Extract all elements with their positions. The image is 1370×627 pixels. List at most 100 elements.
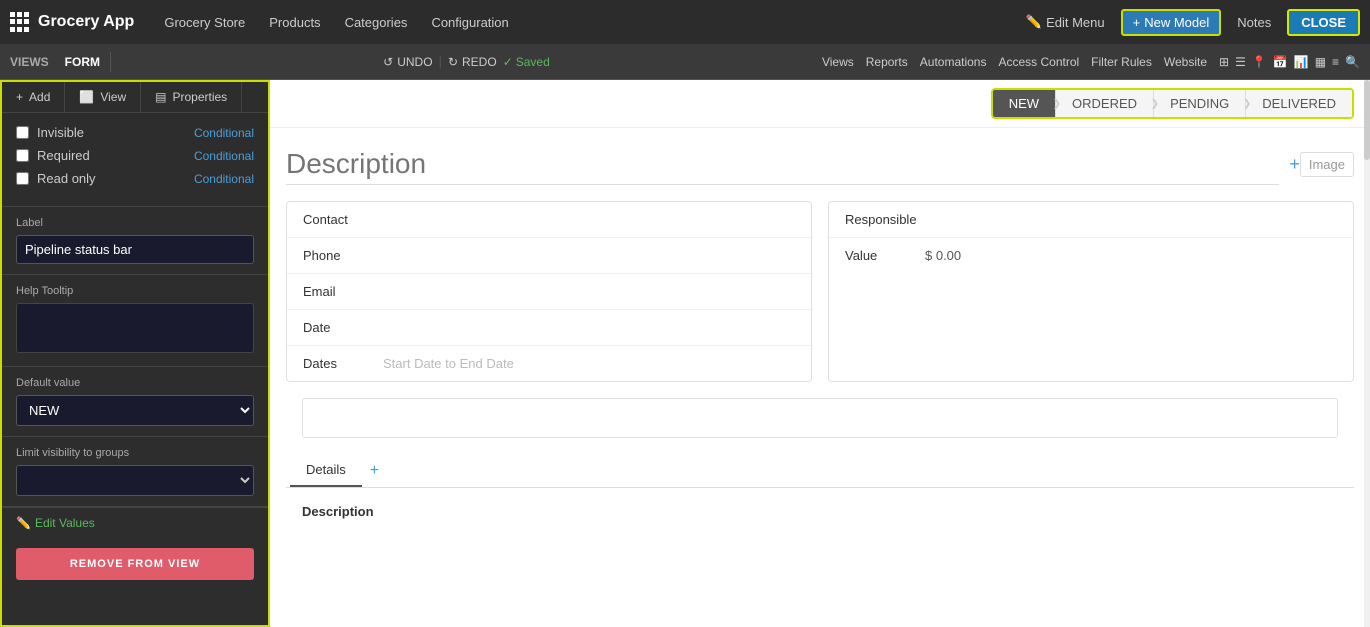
properties-icon: ▤ bbox=[155, 90, 166, 104]
status-step-pending[interactable]: PENDING bbox=[1154, 90, 1246, 117]
readonly-conditional[interactable]: Conditional bbox=[194, 172, 254, 186]
toolbar-icon-6[interactable]: ▦ bbox=[1315, 55, 1326, 69]
description-section: Description bbox=[286, 488, 1354, 535]
edit-menu-btn[interactable]: ✏️ Edit Menu bbox=[1018, 10, 1113, 34]
sub-nav: VIEWS FORM ↺ UNDO | ↻ REDO ✓ Saved Views… bbox=[0, 44, 1370, 80]
readonly-label: Read only bbox=[37, 171, 194, 186]
phone-label: Phone bbox=[303, 248, 383, 263]
invisible-conditional[interactable]: Conditional bbox=[194, 126, 254, 140]
views-label[interactable]: VIEWS bbox=[10, 55, 49, 69]
description-label: Description bbox=[302, 504, 374, 519]
tab-bar: Details + bbox=[286, 454, 1354, 488]
content-area: + Add ⬜ View ▤ Properties Invisible Cond… bbox=[0, 80, 1370, 627]
contact-label: Contact bbox=[303, 212, 383, 227]
toolbar-icon-2[interactable]: ☰ bbox=[1235, 55, 1246, 69]
add-row-btn[interactable]: + bbox=[1289, 154, 1300, 175]
view-button[interactable]: ⬜ View bbox=[65, 82, 141, 112]
form-left-col: Contact Phone Email Date bbox=[286, 201, 812, 382]
status-bar: NEW ORDERED PENDING DELIVERED bbox=[270, 80, 1370, 128]
form-label[interactable]: FORM bbox=[65, 55, 100, 69]
form-header: + Image bbox=[286, 144, 1354, 185]
form-columns: Contact Phone Email Date bbox=[286, 201, 1354, 382]
toolbar-icon-7[interactable]: ≡ bbox=[1332, 55, 1339, 69]
default-value-select[interactable]: NEW ORDERED PENDING DELIVERED bbox=[16, 395, 254, 426]
responsible-label: Responsible bbox=[845, 212, 925, 227]
main-area: NEW ORDERED PENDING DELIVERED + Image Co… bbox=[270, 80, 1370, 627]
label-input[interactable] bbox=[16, 235, 254, 264]
toolbar-icon-search[interactable]: 🔍 bbox=[1345, 55, 1360, 69]
required-checkbox[interactable] bbox=[16, 149, 29, 162]
email-row: Email bbox=[287, 274, 811, 310]
phone-row: Phone bbox=[287, 238, 811, 274]
required-label: Required bbox=[37, 148, 194, 163]
properties-button[interactable]: ▤ Properties bbox=[141, 82, 242, 112]
required-conditional[interactable]: Conditional bbox=[194, 149, 254, 163]
email-label: Email bbox=[303, 284, 383, 299]
value-label: Value bbox=[845, 248, 925, 263]
reports-link[interactable]: Reports bbox=[866, 55, 908, 69]
sub-nav-center: ↺ UNDO | ↻ REDO ✓ Saved bbox=[383, 54, 550, 69]
image-btn[interactable]: Image bbox=[1300, 152, 1354, 177]
dates-label: Dates bbox=[303, 356, 383, 371]
date-row: Date bbox=[287, 310, 811, 346]
status-steps: NEW ORDERED PENDING DELIVERED bbox=[991, 88, 1354, 119]
value-amount: $ 0.00 bbox=[925, 248, 1337, 263]
label-section: Label bbox=[2, 207, 268, 275]
views-link[interactable]: Views bbox=[822, 55, 854, 69]
contact-row: Contact bbox=[287, 202, 811, 238]
tab-details[interactable]: Details bbox=[290, 454, 362, 487]
plus-icon: + bbox=[16, 90, 23, 104]
access-control-link[interactable]: Access Control bbox=[998, 55, 1079, 69]
text-input-field[interactable] bbox=[302, 398, 1338, 438]
nav-products[interactable]: Products bbox=[259, 11, 330, 34]
required-row: Required Conditional bbox=[16, 148, 254, 163]
status-step-new[interactable]: NEW bbox=[993, 90, 1056, 117]
nav-grocery-store[interactable]: Grocery Store bbox=[154, 11, 255, 34]
close-button[interactable]: CLOSE bbox=[1287, 9, 1360, 36]
tab-add-btn[interactable]: + bbox=[362, 458, 387, 484]
visibility-section: Limit visibility to groups bbox=[2, 437, 268, 507]
visibility-select[interactable] bbox=[16, 465, 254, 496]
responsible-row: Responsible bbox=[829, 202, 1353, 238]
app-title: Grocery App bbox=[38, 13, 134, 31]
toolbar-icon-1[interactable]: ⊞ bbox=[1219, 55, 1229, 69]
scroll-indicator[interactable] bbox=[1364, 80, 1370, 627]
nav-categories[interactable]: Categories bbox=[335, 11, 418, 34]
nav-right: ✏️ Edit Menu + New Model Notes CLOSE bbox=[1018, 9, 1360, 36]
left-panel: + Add ⬜ View ▤ Properties Invisible Cond… bbox=[0, 80, 270, 627]
top-nav: Grocery App Grocery Store Products Categ… bbox=[0, 0, 1370, 44]
edit-values-btn[interactable]: ✏️ Edit Values bbox=[2, 507, 268, 538]
readonly-checkbox[interactable] bbox=[16, 172, 29, 185]
nav-links: Grocery Store Products Categories Config… bbox=[154, 11, 1018, 34]
status-step-ordered[interactable]: ORDERED bbox=[1056, 90, 1154, 117]
status-step-delivered[interactable]: DELIVERED bbox=[1246, 90, 1352, 117]
toolbar-icon-5[interactable]: 📊 bbox=[1294, 55, 1309, 69]
toolbar-icon-3[interactable]: 📍 bbox=[1252, 55, 1267, 69]
dates-row: Dates Start Date to End Date bbox=[287, 346, 811, 381]
default-value-section: Default value NEW ORDERED PENDING DELIVE… bbox=[2, 367, 268, 437]
dates-placeholder: Start Date to End Date bbox=[383, 356, 514, 371]
invisible-checkbox[interactable] bbox=[16, 126, 29, 139]
tooltip-input[interactable] bbox=[16, 303, 254, 353]
new-model-button[interactable]: + New Model bbox=[1121, 9, 1222, 36]
redo-btn[interactable]: ↻ REDO bbox=[448, 55, 497, 69]
automations-link[interactable]: Automations bbox=[920, 55, 987, 69]
default-value-label: Default value bbox=[16, 377, 254, 389]
edit-values-icon: ✏️ bbox=[16, 516, 31, 530]
notes-btn[interactable]: Notes bbox=[1229, 11, 1279, 34]
add-button[interactable]: + Add bbox=[2, 82, 65, 112]
filter-rules-link[interactable]: Filter Rules bbox=[1091, 55, 1152, 69]
checkbox-section: Invisible Conditional Required Condition… bbox=[2, 113, 268, 207]
toolbar-icon-4[interactable]: 📅 bbox=[1273, 55, 1288, 69]
saved-badge: ✓ Saved bbox=[503, 55, 550, 69]
invisible-row: Invisible Conditional bbox=[16, 125, 254, 140]
form-right-col: Responsible Value $ 0.00 bbox=[828, 201, 1354, 382]
tooltip-label: Help Tooltip bbox=[16, 285, 254, 297]
website-link[interactable]: Website bbox=[1164, 55, 1207, 69]
remove-from-view-button[interactable]: REMOVE FROM VIEW bbox=[16, 548, 254, 580]
form-title-input[interactable] bbox=[286, 144, 1279, 185]
undo-btn[interactable]: ↺ UNDO bbox=[383, 55, 432, 69]
app-grid-icon[interactable] bbox=[10, 12, 30, 32]
nav-configuration[interactable]: Configuration bbox=[421, 11, 518, 34]
sub-nav-left: VIEWS FORM bbox=[10, 55, 100, 69]
